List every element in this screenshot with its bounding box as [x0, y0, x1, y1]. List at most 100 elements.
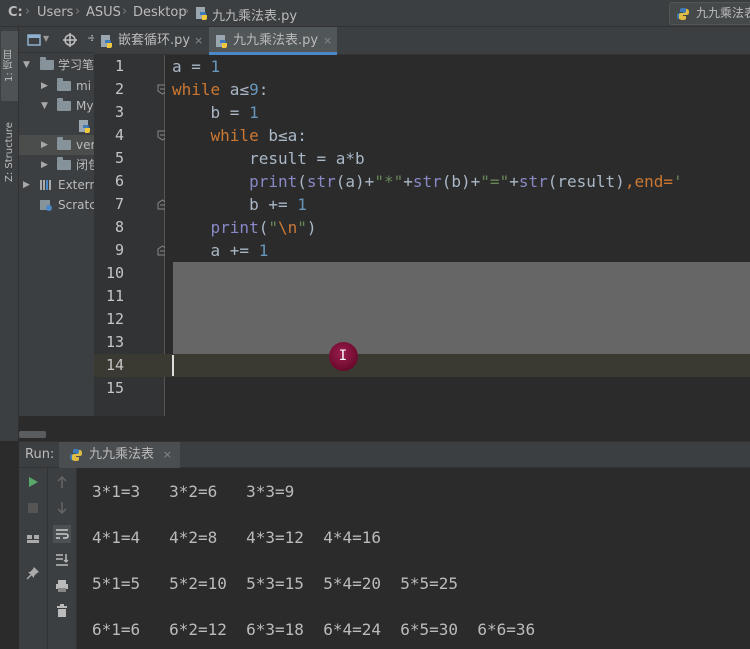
python-file-icon — [216, 35, 227, 48]
line-number: 13 — [105, 333, 124, 351]
expand-arrow-icon[interactable]: ▶ — [23, 175, 30, 195]
python-logo-icon — [70, 449, 82, 461]
line-number: 3 — [114, 103, 124, 121]
line-number: 6 — [114, 172, 124, 190]
tree-item-project-root[interactable]: ▼ 学习笔 — [19, 55, 94, 75]
tree-item-folder[interactable]: ▶ 闭包 — [19, 155, 94, 175]
expand-arrow-icon[interactable]: ▶ — [41, 135, 48, 155]
code-line: print("\n") — [210, 218, 317, 237]
run-panel-label: Run: — [25, 447, 55, 462]
soft-wrap-icon[interactable] — [53, 525, 71, 543]
run-configuration-label: 九九乘法表 — [696, 6, 750, 20]
breadcrumb-file[interactable]: 九九乘法表.py — [212, 5, 297, 24]
library-icon — [40, 180, 51, 190]
folder-icon — [57, 98, 71, 111]
scroll-to-end-icon[interactable] — [54, 552, 70, 568]
code-line: b = 1 — [172, 103, 259, 122]
view-mode-icon[interactable] — [27, 33, 43, 47]
tree-item-folder[interactable]: ▶ mi — [19, 76, 94, 96]
tree-item-label: My — [76, 99, 94, 113]
dropdown-arrow-icon[interactable]: ▼ — [43, 34, 49, 43]
code-line: b += 1 — [172, 195, 307, 214]
text-caret — [172, 355, 174, 376]
arrow-down-icon[interactable] — [54, 500, 70, 516]
line-number: 14 — [105, 356, 124, 374]
tree-item-scratches[interactable]: Scratc — [19, 195, 94, 215]
project-tool-tab[interactable]: 1: 项目 — [1, 31, 18, 101]
run-tab[interactable]: 九九乘法表 × — [59, 442, 181, 468]
breadcrumb-drive[interactable]: C: — [8, 5, 23, 20]
print-icon[interactable] — [54, 578, 70, 594]
editor-horizontal-scrollbar[interactable] — [19, 416, 750, 441]
tree-item-external-libraries[interactable]: ▶ Extern — [19, 175, 94, 195]
console-line: 5*1=5 5*2=10 5*3=15 5*4=20 5*5=25 — [92, 574, 459, 593]
python-file-icon — [101, 35, 112, 48]
stop-icon[interactable] — [25, 500, 41, 516]
expand-arrow-icon[interactable]: ▼ — [23, 55, 30, 75]
expand-arrow-icon[interactable]: ▶ — [41, 155, 48, 175]
settings-icon[interactable]: ÷ — [87, 31, 94, 45]
line-number: 9 — [114, 241, 124, 259]
breadcrumb-asus[interactable]: ASUS — [86, 5, 121, 20]
run-panel-header: Run: 九九乘法表 × — [19, 441, 750, 468]
pin-icon[interactable] — [25, 565, 41, 581]
close-icon[interactable]: × — [323, 27, 332, 55]
close-icon[interactable]: × — [194, 27, 203, 55]
tree-item-label: 闭包 — [76, 158, 94, 172]
expand-arrow-icon[interactable]: ▶ — [41, 76, 48, 96]
arrow-up-icon[interactable] — [54, 474, 70, 490]
line-number: 8 — [114, 218, 124, 236]
line-number: 4 — [114, 126, 124, 144]
line-number: 1 — [114, 57, 124, 75]
editor-gutter: 1 2 3 4 5 6 7 8 9 10 11 12 13 14 15 — [94, 55, 168, 416]
code-editor[interactable]: a = 1 while a≤9: b = 1 while b≤a: result… — [165, 55, 750, 416]
editor-tab-multiplication-table[interactable]: 九九乘法表.py × — [209, 27, 337, 55]
folder-icon — [57, 137, 71, 150]
code-line: a += 1 — [172, 241, 269, 260]
close-icon[interactable]: × — [163, 442, 172, 468]
trash-icon[interactable] — [54, 603, 70, 619]
line-number: 10 — [105, 264, 124, 282]
tree-item-label: 学习笔 — [58, 58, 94, 72]
project-panel: ▼ ÷ ▼ 学习笔 ▶ mi ▼ My ▶ ver ▶ 闭 ▶ Extern S… — [19, 27, 94, 441]
breadcrumb-users[interactable]: Users — [37, 5, 73, 20]
structure-tool-tab[interactable]: Z: Structure — [1, 107, 18, 197]
expand-arrow-icon[interactable]: ▼ — [41, 96, 48, 116]
folder-icon — [57, 157, 71, 170]
scrollbar-thumb[interactable] — [19, 431, 46, 438]
navigation-bar: C: › Users › ASUS › Desktop › 九九乘法表.py 九… — [0, 0, 750, 27]
selection-highlight — [173, 262, 750, 354]
tree-item-folder[interactable]: ▼ My — [19, 96, 94, 116]
line-number: 15 — [105, 379, 124, 397]
locate-target-icon[interactable] — [62, 32, 78, 48]
tool-window-strip: 1: 项目 Z: Structure — [0, 27, 19, 441]
code-line: while a≤9: — [172, 80, 269, 99]
project-panel-toolbar: ▼ ÷ — [19, 27, 94, 53]
console-line: 3*1=3 3*2=6 3*3=9 — [92, 482, 295, 501]
breadcrumb-separator-icon: › — [75, 4, 81, 19]
editor-tab-nested-loop[interactable]: 嵌套循环.py × — [94, 27, 209, 55]
layout-icon[interactable] — [25, 531, 41, 547]
ibeam-cursor-icon: I — [338, 348, 348, 364]
python-file-icon — [196, 7, 207, 20]
line-number: 12 — [105, 310, 124, 328]
breadcrumb-desktop[interactable]: Desktop — [133, 5, 187, 20]
current-line-highlight — [165, 354, 750, 377]
rerun-icon[interactable] — [25, 474, 41, 490]
tab-label: 九九乘法表.py — [233, 33, 319, 48]
folder-icon — [40, 57, 54, 70]
folder-icon — [57, 78, 71, 91]
run-configuration-selector[interactable]: 九九乘法表 — [669, 2, 750, 25]
tree-item-folder[interactable]: ▶ ver — [19, 135, 94, 155]
line-number: 2 — [114, 80, 124, 98]
code-line: a = 1 — [172, 57, 221, 76]
code-line: result = a*b — [172, 149, 365, 168]
editor-tab-bar: 嵌套循环.py × 九九乘法表.py × — [94, 27, 750, 55]
tree-item-label: Extern — [58, 178, 94, 192]
run-console-output[interactable]: 3*1=3 3*2=6 3*3=9 4*1=4 4*2=8 4*3=12 4*4… — [77, 468, 750, 649]
code-line: print(str(a)+"*"+str(b)+"="+str(result),… — [249, 172, 683, 191]
run-tab-label: 九九乘法表 — [89, 447, 155, 462]
tree-item-file[interactable] — [19, 116, 94, 136]
tree-item-label: Scratc — [58, 198, 94, 212]
line-number: 5 — [114, 149, 124, 167]
